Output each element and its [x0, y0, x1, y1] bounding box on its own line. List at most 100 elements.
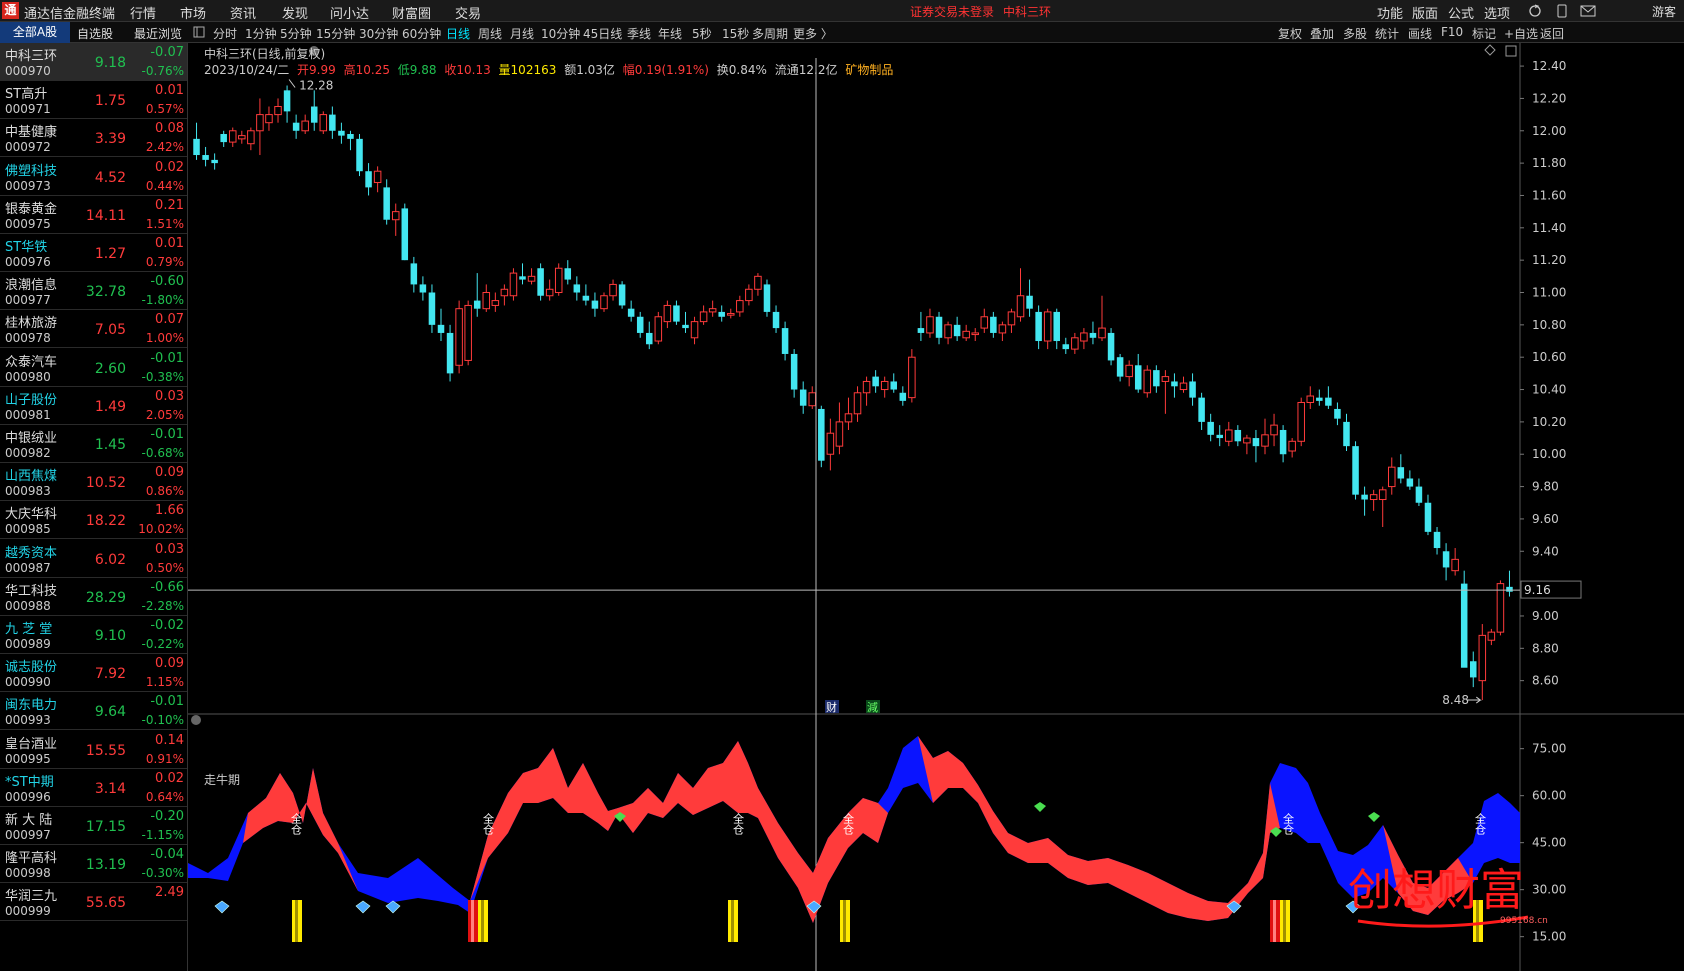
candle-body[interactable] [1171, 381, 1178, 387]
candle-body[interactable] [944, 324, 952, 339]
candle-body[interactable] [1352, 446, 1359, 495]
candle-body[interactable] [283, 90, 291, 112]
candle-body[interactable] [1442, 551, 1450, 568]
candle-body[interactable] [699, 311, 708, 323]
candle-body[interactable] [1207, 421, 1214, 435]
candle-body[interactable] [708, 308, 717, 313]
signal-diamond-green-icon[interactable] [1368, 812, 1380, 822]
candle-body[interactable] [1378, 489, 1387, 501]
candle-body[interactable] [1098, 327, 1106, 339]
stock-row[interactable]: 诚志股份 000990 7.92 0.09 1.15% [0, 654, 187, 693]
stock-row[interactable]: 华润三九 000999 55.65 2.49 [0, 883, 187, 922]
candle-body[interactable] [1325, 397, 1332, 406]
stock-row[interactable]: 中科三环 000970 9.18 -0.07 -0.76% [0, 43, 187, 81]
period-16[interactable]: 更多 〉 [793, 25, 833, 42]
candle-body[interactable] [1071, 337, 1079, 350]
candle-body[interactable] [1189, 381, 1196, 398]
candle-body[interactable] [238, 135, 246, 140]
candle-body[interactable] [673, 305, 680, 322]
candle-body[interactable] [646, 332, 653, 345]
tool-6[interactable]: 标记 [1472, 25, 1496, 42]
chart-area[interactable]: 12.40 12.20 12.00 11.80 11.60 11.40 11.20 11.00… [188, 43, 1684, 971]
period-1[interactable]: 1分钟 [245, 25, 277, 42]
period-4[interactable]: 30分钟 [359, 25, 398, 42]
candle-body[interactable] [1252, 438, 1260, 447]
candle-body[interactable] [899, 392, 907, 401]
period-12[interactable]: 年线 [658, 25, 682, 42]
candle-body[interactable] [1316, 397, 1323, 401]
menu-market[interactable]: 市场 [180, 3, 206, 22]
candle-body[interactable] [1415, 486, 1423, 503]
candle-body[interactable] [220, 134, 227, 143]
candle-body[interactable] [600, 295, 608, 310]
candle-body[interactable] [844, 413, 853, 423]
stock-row[interactable]: 越秀资本 000987 6.02 0.03 0.50% [0, 540, 187, 578]
stock-row[interactable]: 浪潮信息 000977 32.78 -0.60 -1.80% [0, 272, 187, 311]
indicator-collapse-icon[interactable] [191, 715, 201, 725]
candle-body[interactable] [1043, 311, 1052, 342]
candle-body[interactable] [202, 155, 209, 160]
mail-icon[interactable] [1580, 4, 1596, 18]
candle-body[interactable] [301, 120, 309, 132]
candle-body[interactable] [745, 288, 753, 302]
period-6[interactable]: 日线 [446, 25, 470, 42]
candle-body[interactable] [1062, 344, 1070, 350]
candle-body[interactable] [1153, 370, 1160, 387]
candle-body[interactable] [1343, 421, 1350, 447]
candle-body[interactable] [1134, 365, 1142, 390]
candle-body[interactable] [347, 134, 354, 139]
tool-4[interactable]: 画线 [1408, 25, 1432, 42]
candle-body[interactable] [1460, 583, 1468, 668]
candle-body[interactable] [428, 292, 436, 325]
candle-body[interactable] [953, 324, 961, 337]
stock-row[interactable]: 华工科技 000988 28.29 -0.66 -2.28% [0, 578, 187, 616]
candle-body[interactable] [663, 304, 672, 323]
candle-body[interactable] [383, 187, 390, 220]
candle-body[interactable] [880, 380, 889, 391]
stock-row[interactable]: 皇台酒业 000995 15.55 0.14 0.91% [0, 731, 187, 769]
candle-body[interactable] [1451, 558, 1459, 572]
candle-body[interactable] [1143, 369, 1152, 394]
candle-body[interactable] [582, 295, 590, 301]
candle-body[interactable] [1035, 311, 1042, 342]
candle-body[interactable] [1288, 440, 1296, 452]
tool-1[interactable]: 叠加 [1310, 25, 1334, 42]
candle-body[interactable] [1243, 437, 1251, 444]
candle-body[interactable] [455, 308, 463, 366]
diamond-icon[interactable] [1484, 44, 1496, 56]
tab-watchlist[interactable]: 自选股 [77, 25, 113, 42]
stock-row[interactable]: 九 芝 堂 000989 9.10 -0.02 -0.22% [0, 616, 187, 654]
candle-body[interactable] [446, 332, 454, 374]
signal-diamond-icon[interactable] [355, 900, 371, 914]
login-notice[interactable]: 证券交易未登录 [910, 3, 994, 20]
candle-body[interactable] [419, 284, 427, 293]
candle-body[interactable] [1369, 494, 1378, 501]
tool-8[interactable]: 返回 [1540, 25, 1564, 42]
period-11[interactable]: 季线 [627, 25, 651, 42]
candle-body[interactable] [1225, 429, 1233, 442]
period-15[interactable]: 多周期 [752, 25, 788, 42]
candle-body[interactable] [862, 380, 871, 394]
candle-body[interactable] [464, 304, 472, 361]
tool-7[interactable]: +自选 [1504, 25, 1538, 42]
candle-body[interactable] [482, 292, 491, 310]
tool-2[interactable]: 多股 [1343, 25, 1367, 42]
candle-body[interactable] [908, 356, 916, 399]
tab-recent[interactable]: 最近浏览 [134, 25, 182, 42]
candle-body[interactable] [265, 114, 273, 124]
stock-row[interactable]: 银泰黄金 000975 14.11 0.21 1.51% [0, 196, 187, 234]
candle-body[interactable] [410, 263, 418, 285]
candle-body[interactable] [1026, 295, 1033, 309]
menu-formula[interactable]: 公式 [1448, 3, 1474, 22]
candle-body[interactable] [1297, 401, 1305, 442]
candle-body[interactable] [365, 171, 372, 188]
candle-body[interactable] [654, 316, 663, 342]
period-2[interactable]: 5分钟 [280, 25, 312, 42]
candle-body[interactable] [1270, 424, 1278, 436]
menu-news[interactable]: 资讯 [230, 3, 256, 22]
candle-body[interactable] [1125, 364, 1133, 378]
maximize-icon[interactable] [1505, 45, 1517, 57]
candle-body[interactable] [554, 267, 563, 294]
refresh-icon[interactable] [1528, 4, 1542, 18]
candle-body[interactable] [1198, 397, 1205, 422]
